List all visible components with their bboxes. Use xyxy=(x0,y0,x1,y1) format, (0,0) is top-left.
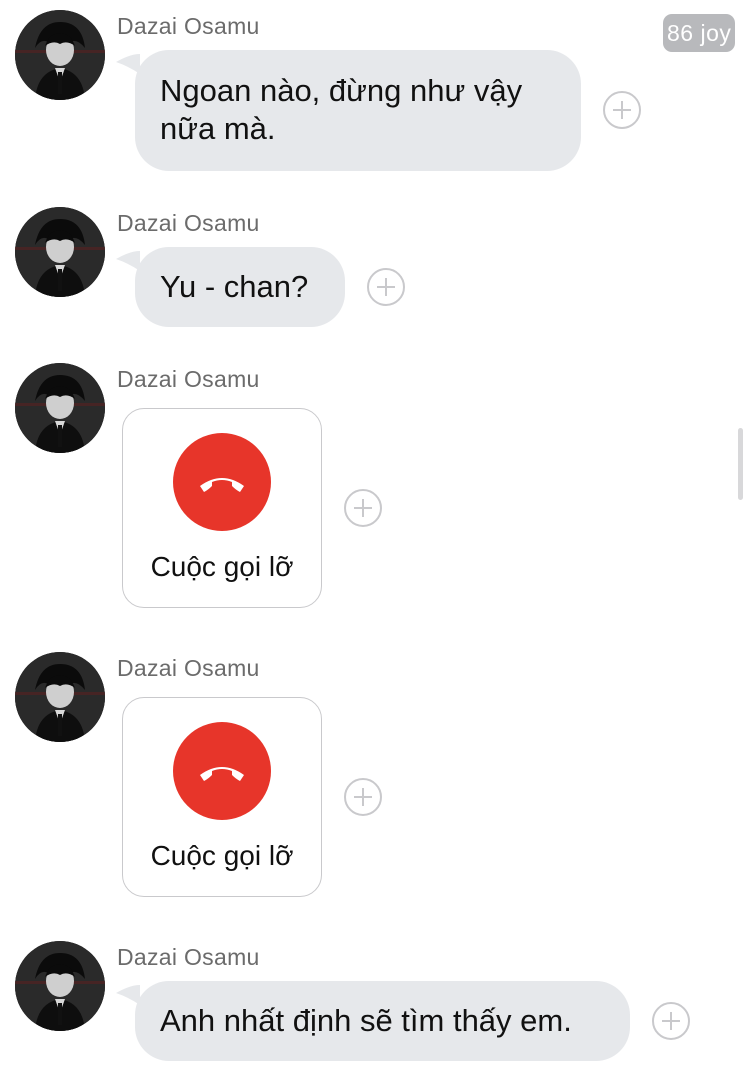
add-reaction-button[interactable] xyxy=(603,91,641,129)
add-reaction-button[interactable] xyxy=(344,778,382,816)
avatar[interactable] xyxy=(15,941,105,1031)
missed-call-icon xyxy=(173,722,271,820)
scrollbar[interactable] xyxy=(738,428,743,500)
missed-call-card[interactable]: Cuộc gọi lỡ xyxy=(122,697,322,897)
avatar-icon xyxy=(15,652,105,742)
sender-name: Dazai Osamu xyxy=(117,13,260,39)
avatar[interactable] xyxy=(15,652,105,742)
plus-icon xyxy=(662,1012,680,1030)
plus-icon xyxy=(613,101,631,119)
avatar-icon xyxy=(15,207,105,297)
avatar-icon xyxy=(15,10,105,100)
missed-call-card[interactable]: Cuộc gọi lỡ xyxy=(122,408,322,608)
plus-icon xyxy=(377,278,395,296)
reaction-count-badge: 86 joy xyxy=(663,14,736,52)
avatar-icon xyxy=(15,941,105,1031)
add-reaction-button[interactable] xyxy=(344,489,382,527)
plus-icon xyxy=(354,788,372,806)
sender-name: Dazai Osamu xyxy=(117,944,260,970)
sender-name: Dazai Osamu xyxy=(117,655,260,681)
call-status-label: Cuộc gọi lỡ xyxy=(150,840,294,871)
avatar[interactable] xyxy=(15,363,105,453)
add-reaction-button[interactable] xyxy=(367,268,405,306)
message-bubble[interactable]: Anh nhất định sẽ tìm thấy em. xyxy=(135,981,630,1061)
message-bubble[interactable]: Yu - chan? xyxy=(135,247,345,327)
avatar[interactable] xyxy=(15,10,105,100)
sender-name: Dazai Osamu xyxy=(117,210,260,236)
avatar[interactable] xyxy=(15,207,105,297)
avatar-icon xyxy=(15,363,105,453)
message-bubble[interactable]: Ngoan nào, đừng như vậy nữa mà. xyxy=(135,50,581,171)
sender-name: Dazai Osamu xyxy=(117,366,260,392)
missed-call-icon xyxy=(173,433,271,531)
call-status-label: Cuộc gọi lỡ xyxy=(150,551,294,582)
add-reaction-button[interactable] xyxy=(652,1002,690,1040)
plus-icon xyxy=(354,499,372,517)
